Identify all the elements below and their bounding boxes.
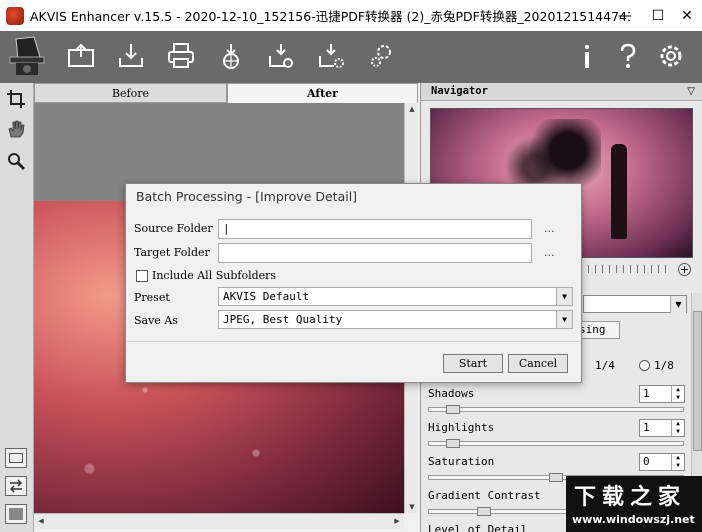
scroll-up-icon[interactable]: ▲ <box>405 105 419 113</box>
akvis-logo <box>4 33 52 81</box>
radio-eighth-button[interactable] <box>639 360 650 371</box>
tab-processing[interactable]: sing <box>576 321 620 339</box>
window-title: AKVIS Enhancer v.15.5 - 2020-12-10_15215… <box>30 9 630 24</box>
batch-processing-dialog: Batch Processing - [Improve Detail] Sour… <box>125 183 582 383</box>
hand-icon[interactable] <box>4 117 28 141</box>
scroll-down-icon[interactable]: ▼ <box>405 503 419 511</box>
watermark-logo: 下载之家 <box>574 484 687 510</box>
maximize-button[interactable]: ☐ <box>643 0 673 31</box>
param-value: 0 <box>643 455 650 468</box>
dialog-separator <box>127 341 580 342</box>
save-as-label: Save As <box>134 314 178 327</box>
save-as-select[interactable]: JPEG, Best Quality ▼ <box>218 310 573 329</box>
single-view-icon[interactable] <box>5 448 27 468</box>
akvis-app-icon <box>6 6 24 25</box>
zoom-slider[interactable]: + <box>581 263 691 277</box>
source-browse-button[interactable]: ... <box>544 222 555 235</box>
param-spinbox[interactable]: 1 ▲ ▼ <box>639 419 685 437</box>
radio-quarter[interactable]: 1/4 <box>595 359 615 372</box>
toolbar <box>0 31 702 83</box>
chevron-down-icon: ▼ <box>556 288 572 305</box>
radio-eighth[interactable]: 1/8 <box>639 359 674 372</box>
close-button[interactable]: ✕ <box>672 0 702 31</box>
param-spinbox[interactable]: 0 ▲ ▼ <box>639 453 685 471</box>
chevron-down-icon: ▼ <box>556 311 572 328</box>
param-slider[interactable] <box>428 405 684 414</box>
source-folder-input[interactable]: | <box>218 219 532 239</box>
tab-after[interactable]: After <box>227 83 418 103</box>
include-subfolders-checkbox[interactable]: Include All Subfolders <box>136 269 276 282</box>
radio-eighth-label: 1/8 <box>654 359 674 372</box>
include-subfolders-label: Include All Subfolders <box>152 269 277 282</box>
open-image-icon[interactable] <box>64 39 98 73</box>
slider-thumb[interactable] <box>446 405 460 414</box>
watermark-url: www.windowszj.net <box>572 513 695 526</box>
slider-thumb[interactable] <box>477 507 491 516</box>
preferences-icon[interactable] <box>364 39 398 73</box>
color-swatch[interactable] <box>5 504 27 524</box>
radio-quarter-label: 1/4 <box>595 359 615 372</box>
scroll-left-icon[interactable]: ◀ <box>34 517 48 525</box>
slider-thumb[interactable] <box>446 439 460 448</box>
target-folder-label: Target Folder <box>134 246 210 259</box>
param-value: 1 <box>643 421 650 434</box>
print-icon[interactable] <box>164 39 198 73</box>
switch-view-icon[interactable] <box>5 476 27 496</box>
chevron-down-icon: ▼ <box>670 296 686 313</box>
start-button[interactable]: Start <box>443 354 503 373</box>
tool-column <box>0 83 34 532</box>
source-folder-label: Source Folder <box>134 222 213 235</box>
param-row: Shadows 1 ▲ ▼ <box>428 385 686 417</box>
param-label: Gradient Contrast <box>428 489 541 502</box>
zoom-icon[interactable] <box>4 149 28 173</box>
preset-dropdown[interactable]: ▼ <box>583 295 687 313</box>
settings-icon[interactable] <box>654 39 688 73</box>
param-label: Highlights <box>428 421 495 434</box>
spin-arrows-icon[interactable]: ▲ ▼ <box>671 386 684 402</box>
navigator-title: Navigator <box>431 85 488 97</box>
dialog-title: Batch Processing - [Improve Detail] <box>136 189 358 204</box>
spin-arrows-icon[interactable]: ▲ ▼ <box>671 420 684 436</box>
param-label: Saturation <box>428 455 495 468</box>
param-slider[interactable] <box>428 439 684 448</box>
save-image-icon[interactable] <box>114 39 148 73</box>
minimize-button[interactable]: — <box>610 0 640 31</box>
param-label: Level of Detail <box>428 523 528 532</box>
preset-label: Preset <box>134 291 170 304</box>
param-value: 1 <box>643 387 650 400</box>
share-web-icon[interactable] <box>214 39 248 73</box>
preset-value: AKVIS Default <box>223 290 310 303</box>
zoom-in-icon[interactable]: + <box>678 263 691 276</box>
title-bar: AKVIS Enhancer v.15.5 - 2020-12-10_15215… <box>0 0 702 31</box>
spin-arrows-icon[interactable]: ▲ ▼ <box>671 454 684 470</box>
batch-settings-icon[interactable] <box>314 39 348 73</box>
cancel-button[interactable]: Cancel <box>508 354 568 373</box>
navigator-header: Navigator ▽ <box>421 83 702 101</box>
canvas-horizontal-scrollbar[interactable]: ◀ ▶ <box>34 513 404 529</box>
crop-icon[interactable] <box>4 87 28 111</box>
help-icon[interactable] <box>611 39 645 73</box>
watermark: 下载之家 www.windowszj.net <box>566 476 702 532</box>
view-tabs: Before After <box>34 83 418 103</box>
param-row: Highlights 1 ▲ ▼ <box>428 419 686 451</box>
save-as-value: JPEG, Best Quality <box>223 313 343 326</box>
preset-select[interactable]: AKVIS Default ▼ <box>218 287 573 306</box>
slider-thumb[interactable] <box>549 473 563 482</box>
checkbox-box[interactable] <box>136 269 148 282</box>
tab-before[interactable]: Before <box>34 83 227 103</box>
param-label: Shadows <box>428 387 475 400</box>
batch-processing-icon[interactable] <box>264 39 298 73</box>
panel-scroll-thumb[interactable] <box>693 311 702 451</box>
info-icon[interactable] <box>570 39 604 73</box>
scroll-right-icon[interactable]: ▶ <box>390 517 404 525</box>
target-folder-input[interactable] <box>218 243 532 263</box>
param-spinbox[interactable]: 1 ▲ ▼ <box>639 385 685 403</box>
target-browse-button[interactable]: ... <box>544 246 555 259</box>
triangle-down-icon[interactable]: ▽ <box>687 86 695 97</box>
